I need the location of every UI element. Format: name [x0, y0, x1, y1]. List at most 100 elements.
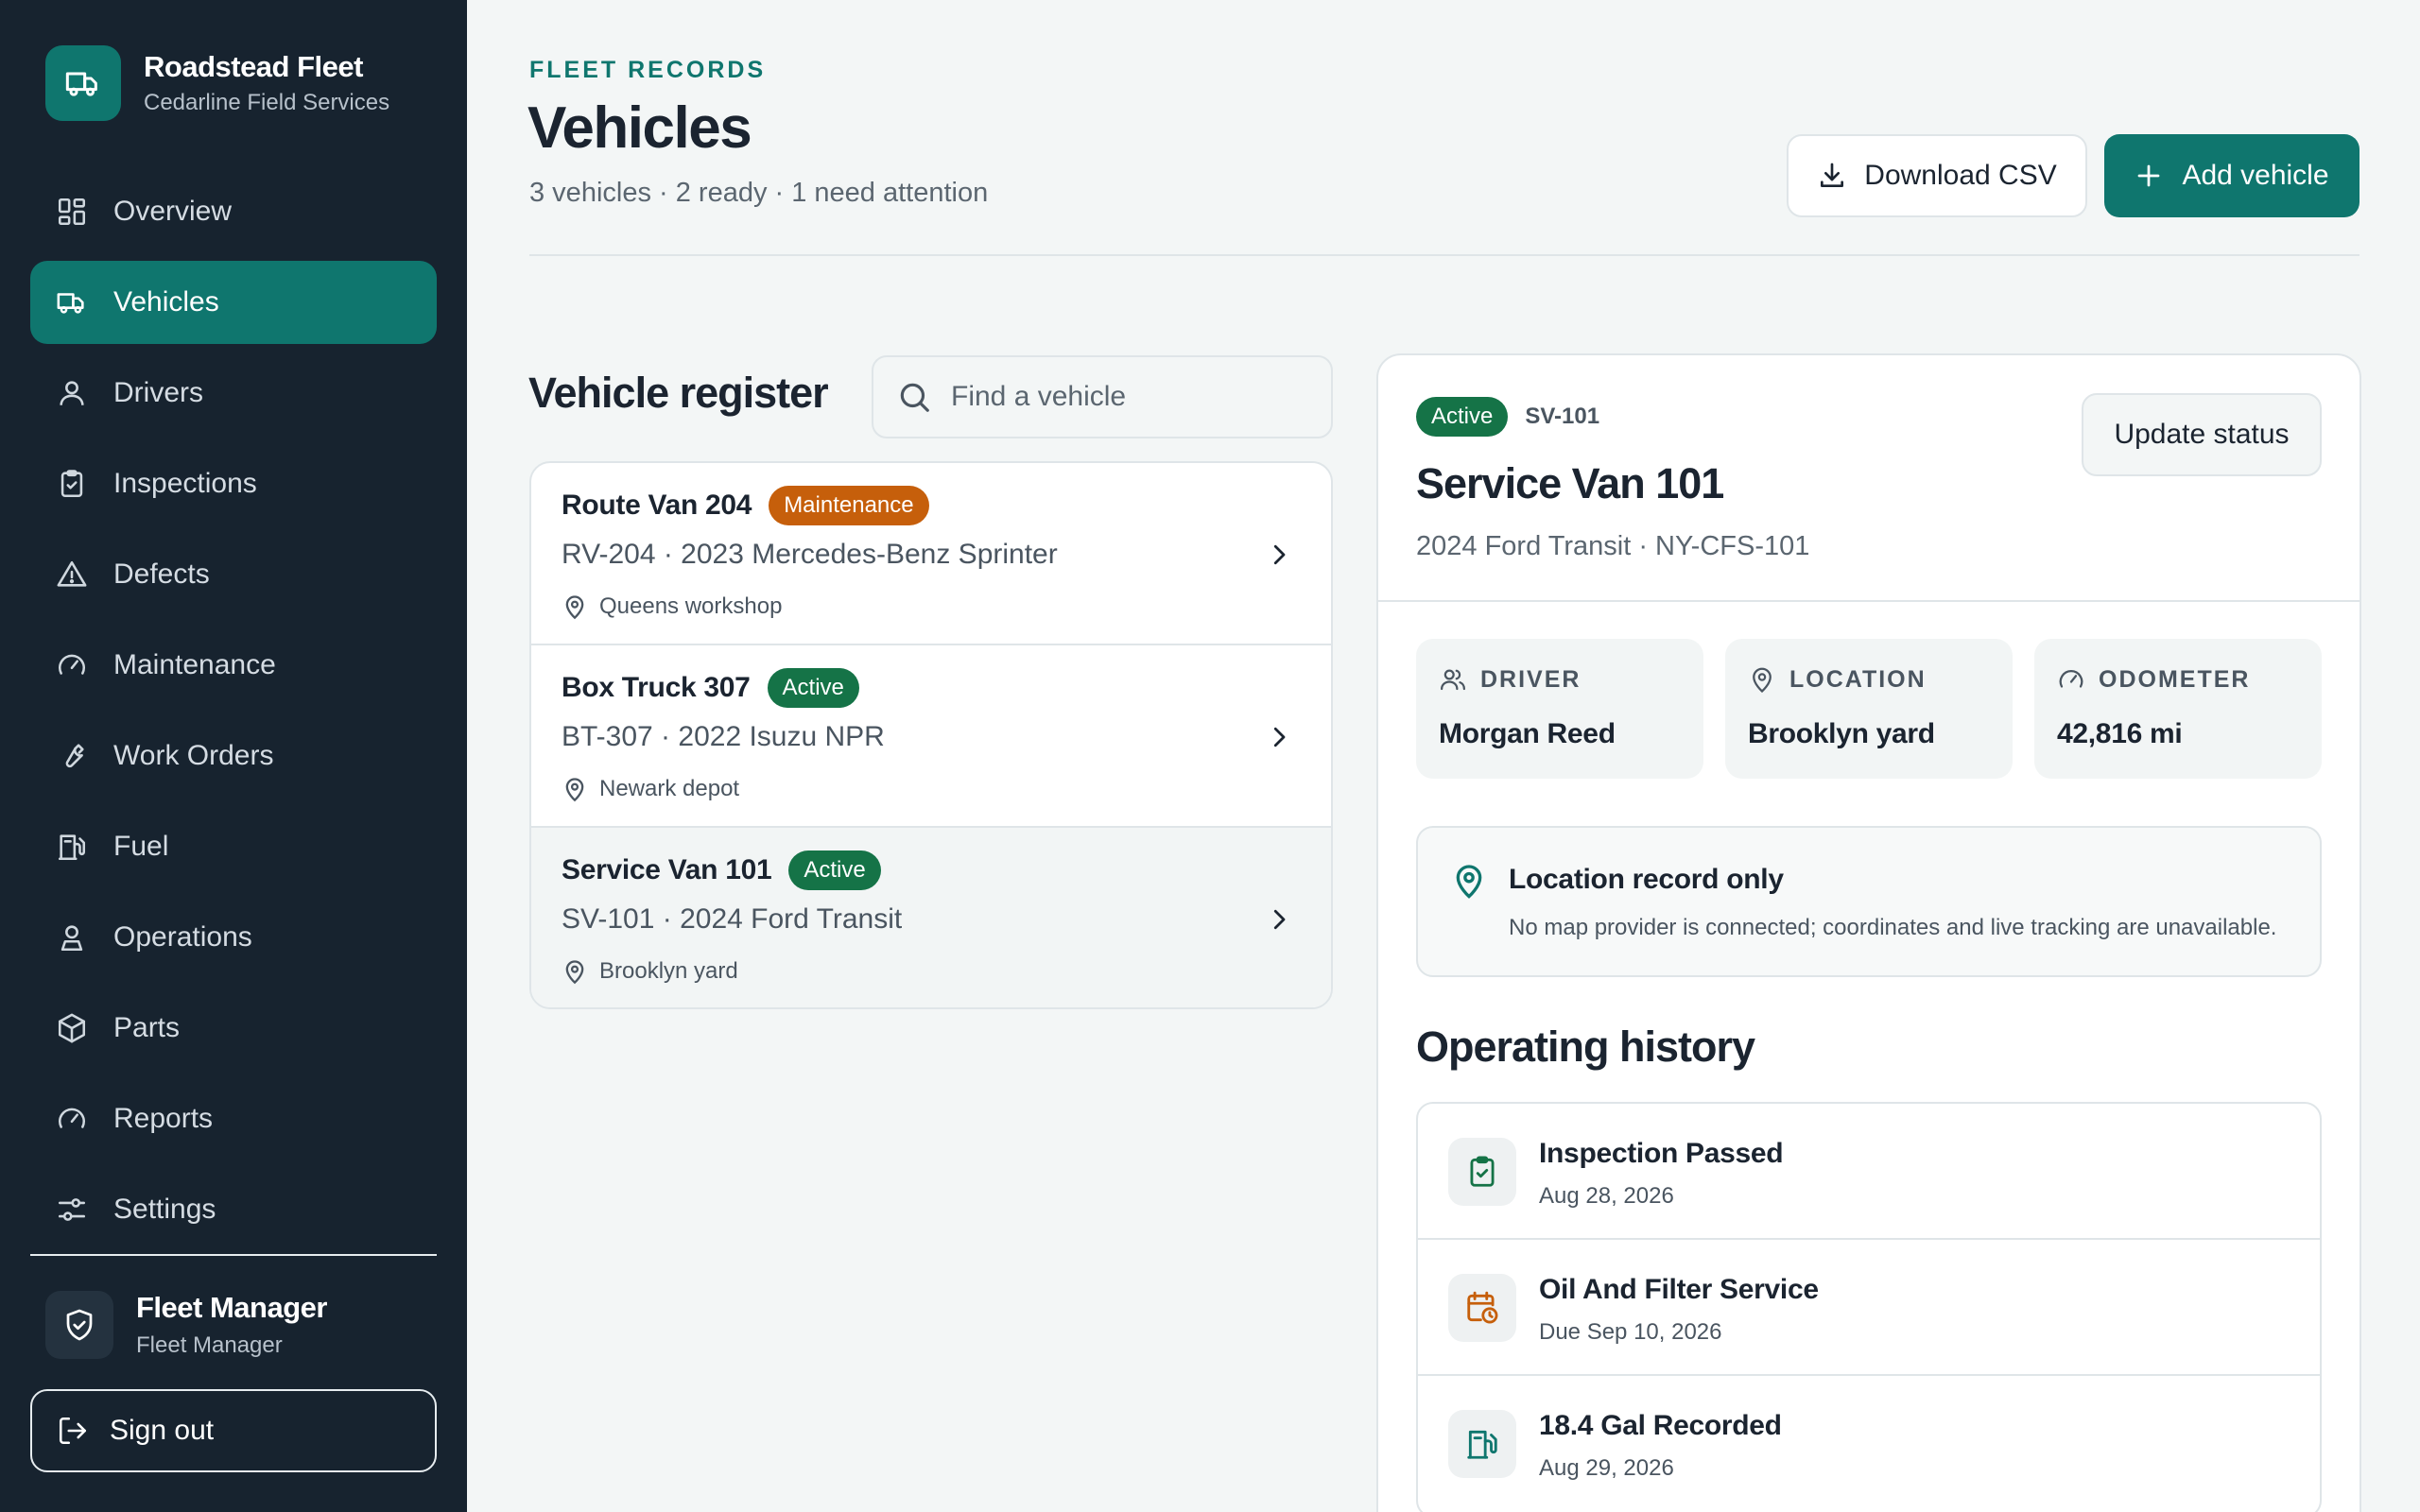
vehicle-name: Route Van 204	[562, 490, 752, 521]
stat-value: Morgan Reed	[1439, 718, 1616, 749]
add-vehicle-label: Add vehicle	[2182, 160, 2329, 191]
status-badge: Active	[767, 668, 859, 708]
sidebar: Roadstead Fleet Cedarline Field Services…	[0, 0, 467, 1512]
sidebar-item-parts[interactable]: Parts	[30, 987, 437, 1070]
vehicle-subtitle: 2024 Ford Transit · NY-CFS-101	[1416, 531, 1810, 561]
update-status-button[interactable]: Update status	[2082, 393, 2322, 476]
user-role: Fleet Manager	[136, 1332, 283, 1358]
vehicle-location: Brooklyn yard	[599, 958, 738, 984]
history-name: Oil And Filter Service	[1539, 1274, 1819, 1305]
gauge-icon	[2057, 665, 2085, 694]
calendar-clock-icon	[1448, 1274, 1516, 1342]
page-title: Vehicles	[527, 95, 752, 161]
gauge-icon	[53, 1100, 91, 1138]
org-name: Cedarline Field Services	[144, 90, 390, 115]
sign-out-label: Sign out	[110, 1415, 215, 1446]
search-input[interactable]	[951, 381, 1310, 413]
map-pin-icon	[562, 593, 588, 620]
map-pin-icon	[562, 958, 588, 985]
vehicle-spec: RV-204 · 2023 Mercedes-Benz Sprinter	[562, 539, 1058, 570]
history-date: Aug 28, 2026	[1539, 1183, 1674, 1209]
header-divider	[529, 254, 2360, 256]
vehicle-name: Box Truck 307	[562, 672, 751, 703]
vehicle-title: Service Van 101	[1416, 459, 1724, 507]
fuel-icon	[1448, 1410, 1516, 1478]
status-badge: Maintenance	[769, 486, 929, 525]
sidebar-item-label: Settings	[113, 1194, 216, 1225]
sidebar-item-label: Vehicles	[113, 286, 219, 318]
stat-label: LOCATION	[1789, 665, 1927, 693]
history-name: 18.4 Gal Recorded	[1539, 1410, 1782, 1441]
sidebar-item-maintenance[interactable]: Maintenance	[30, 624, 437, 707]
location-notice: Location record only No map provider is …	[1416, 826, 2322, 977]
driver-stat: DRIVER Morgan Reed	[1416, 639, 1703, 779]
brand[interactable]: Roadstead Fleet Cedarline Field Services	[45, 45, 389, 121]
vehicle-row-rv-204[interactable]: Route Van 204 Maintenance RV-204 · 2023 …	[531, 463, 1331, 645]
sidebar-item-defects[interactable]: Defects	[30, 533, 437, 616]
stat-value: Brooklyn yard	[1748, 718, 1935, 749]
sidebar-item-operations[interactable]: Operations	[30, 896, 437, 979]
vehicle-list: Route Van 204 Maintenance RV-204 · 2023 …	[529, 461, 1333, 1009]
chevron-right-icon	[1265, 723, 1293, 751]
stat-label: ODOMETER	[2099, 665, 2251, 693]
sidebar-item-label: Parts	[113, 1012, 181, 1043]
download-icon	[1817, 161, 1847, 191]
notice-title: Location record only	[1509, 864, 1784, 895]
sidebar-item-label: Maintenance	[113, 649, 276, 680]
history-item: Inspection Passed Aug 28, 2026	[1418, 1104, 2320, 1240]
clipboard-check-icon	[1448, 1138, 1516, 1206]
sidebar-item-settings[interactable]: Settings	[30, 1168, 437, 1251]
sidebar-item-label: Fuel	[113, 831, 169, 862]
user-profile[interactable]: Fleet Manager Fleet Manager	[45, 1291, 327, 1359]
sidebar-item-work-orders[interactable]: Work Orders	[30, 714, 437, 798]
status-badge: Active	[788, 850, 881, 890]
sidebar-item-label: Overview	[113, 196, 233, 227]
sidebar-item-inspections[interactable]: Inspections	[30, 442, 437, 525]
app-name: Roadstead Fleet	[144, 50, 363, 83]
vehicle-row-bt-307[interactable]: Box Truck 307 Active BT-307 · 2022 Isuzu…	[531, 645, 1331, 828]
vehicle-detail-panel: Active SV-101 Service Van 101 2024 Ford …	[1376, 353, 2361, 1512]
sidebar-item-overview[interactable]: Overview	[30, 170, 437, 253]
history-name: Inspection Passed	[1539, 1138, 1784, 1169]
page-subtitle: 3 vehicles · 2 ready · 1 need attention	[529, 178, 989, 208]
status-badge: Active	[1416, 397, 1509, 437]
map-pin-user-icon	[53, 919, 91, 956]
plus-icon	[2135, 162, 2163, 190]
notice-body: No map provider is connected; coordinate…	[1509, 915, 2277, 940]
chevron-right-icon	[1265, 905, 1293, 934]
shield-icon	[45, 1291, 113, 1359]
vehicle-code: SV-101	[1525, 404, 1600, 429]
stat-value: 42,816 mi	[2057, 718, 2183, 749]
odometer-stat: ODOMETER 42,816 mi	[2034, 639, 2322, 779]
sidebar-item-label: Operations	[113, 921, 252, 953]
history-date: Due Sep 10, 2026	[1539, 1319, 1722, 1345]
map-pin-icon	[1450, 862, 1488, 900]
sidebar-item-label: Reports	[113, 1103, 214, 1134]
warning-icon	[53, 556, 91, 593]
truck-icon	[53, 284, 91, 321]
logout-icon	[57, 1415, 89, 1447]
stat-label: DRIVER	[1480, 665, 1582, 693]
history-item: Oil And Filter Service Due Sep 10, 2026	[1418, 1240, 2320, 1376]
history-list: Inspection Passed Aug 28, 2026 Oil And F…	[1416, 1102, 2322, 1512]
truck-icon	[45, 45, 121, 121]
download-csv-label: Download CSV	[1864, 160, 2057, 191]
fuel-icon	[53, 828, 91, 866]
sidebar-item-fuel[interactable]: Fuel	[30, 805, 437, 888]
sidebar-nav: Overview Vehicles Drivers Inspections De…	[30, 170, 437, 1259]
sidebar-item-reports[interactable]: Reports	[30, 1077, 437, 1160]
vehicle-search[interactable]	[872, 355, 1333, 438]
chevron-right-icon	[1265, 541, 1293, 569]
download-csv-button[interactable]: Download CSV	[1787, 134, 2087, 217]
add-vehicle-button[interactable]: Add vehicle	[2104, 134, 2360, 217]
sidebar-item-vehicles[interactable]: Vehicles	[30, 261, 437, 344]
vehicle-row-sv-101[interactable]: Service Van 101 Active SV-101 · 2024 For…	[531, 828, 1331, 1007]
vehicle-spec: BT-307 · 2022 Isuzu NPR	[562, 721, 885, 752]
map-pin-icon	[562, 776, 588, 802]
sidebar-item-drivers[interactable]: Drivers	[30, 352, 437, 435]
clipboard-check-icon	[53, 465, 91, 503]
gauge-icon	[53, 646, 91, 684]
detail-divider	[1378, 600, 2360, 602]
vehicle-location: Newark depot	[599, 776, 740, 801]
sign-out-button[interactable]: Sign out	[30, 1389, 437, 1472]
